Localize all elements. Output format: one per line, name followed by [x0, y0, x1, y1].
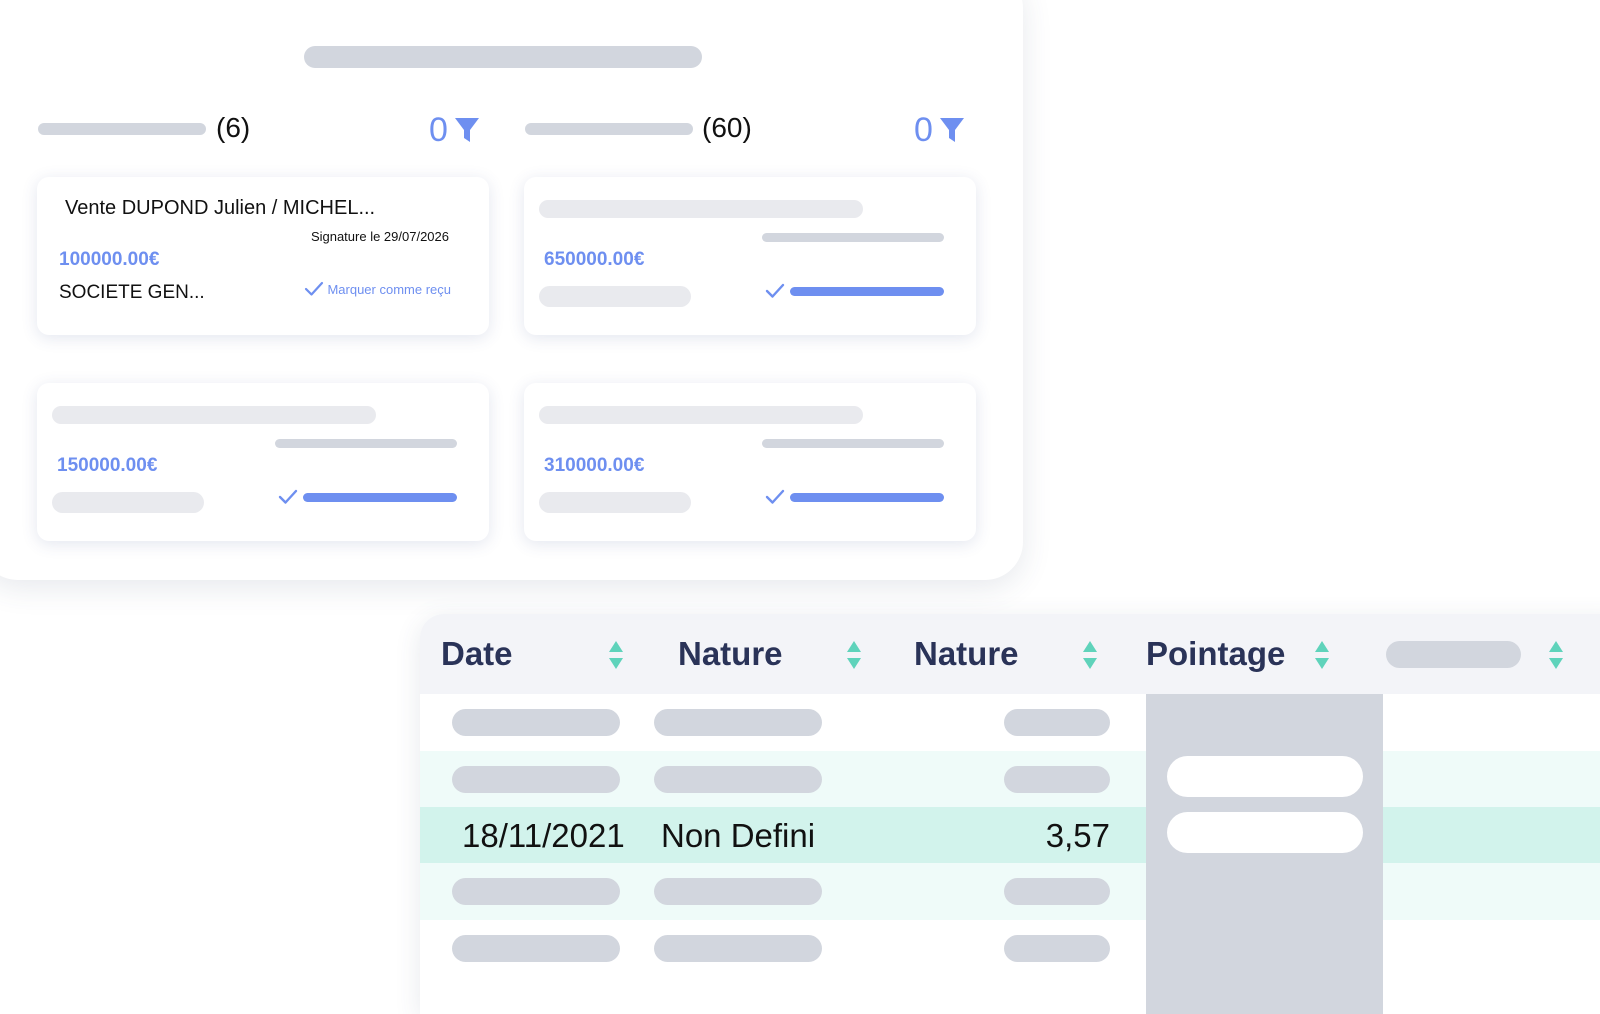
- amount-cell-placeholder: [1004, 709, 1110, 736]
- card-signature-placeholder: [762, 233, 944, 242]
- pending-filter-count: 0: [429, 111, 448, 149]
- date-cell-placeholder: [452, 878, 620, 905]
- nature-cell-placeholder: [654, 766, 822, 793]
- nature-cell-placeholder: [654, 878, 822, 905]
- column-header-nature[interactable]: Nature: [678, 614, 783, 694]
- received-filter-button[interactable]: 0: [914, 110, 965, 150]
- date-cell-placeholder: [452, 766, 620, 793]
- card-signature-date: Signature le 29/07/2026: [310, 229, 449, 244]
- column-header-placeholder[interactable]: [1386, 641, 1521, 668]
- card-amount: 650000.00€: [544, 249, 645, 270]
- table-row[interactable]: [420, 751, 1600, 808]
- nature-cell-placeholder: [654, 709, 822, 736]
- card-bank-name: SOCIETE GEN...: [59, 282, 205, 303]
- card-bank-placeholder: [539, 492, 691, 513]
- pointage-column: [1146, 694, 1383, 1014]
- mark-as-received-button[interactable]: Marquer comme reçu: [304, 281, 451, 297]
- received-column-count: (60): [702, 112, 752, 143]
- date-cell: 18/11/2021: [462, 817, 625, 854]
- pointage-input[interactable]: [1167, 812, 1363, 853]
- table-row[interactable]: [420, 694, 1600, 751]
- sort-up-down-icon[interactable]: [608, 640, 624, 670]
- table-row-highlighted[interactable]: 18/11/2021 Non Defini 3,57: [420, 807, 1600, 864]
- nature-cell-placeholder: [654, 935, 822, 962]
- column-header-pointage[interactable]: Pointage: [1146, 614, 1285, 694]
- filter-funnel-icon: [939, 118, 964, 142]
- column-header-date[interactable]: Date: [441, 614, 513, 694]
- amount-cell: 3,57: [1045, 817, 1110, 854]
- pending-filter-button[interactable]: 0: [429, 110, 480, 150]
- sort-up-down-icon[interactable]: [1314, 640, 1330, 670]
- remittance-card[interactable]: 650000.00€: [524, 177, 976, 335]
- date-cell-placeholder: [452, 709, 620, 736]
- pending-column-label-placeholder: [38, 123, 206, 135]
- checkmark-icon: [278, 489, 298, 504]
- filter-funnel-icon: [454, 118, 479, 142]
- remittance-card[interactable]: Vente DUPOND Julien / MICHEL... Signatur…: [37, 177, 489, 335]
- checkmark-icon: [765, 489, 785, 504]
- card-amount: 310000.00€: [544, 455, 645, 476]
- checkmark-icon: [305, 281, 324, 296]
- remittance-card[interactable]: 150000.00€: [37, 383, 489, 541]
- remittance-card[interactable]: 310000.00€: [524, 383, 976, 541]
- column-header-nature-2[interactable]: Nature: [914, 614, 1019, 694]
- card-bank-placeholder: [539, 286, 691, 307]
- card-signature-placeholder: [762, 439, 944, 448]
- card-title-placeholder: [539, 406, 863, 424]
- pointage-input[interactable]: [1167, 756, 1363, 797]
- card-bank-placeholder: [52, 492, 204, 513]
- amount-cell-placeholder: [1004, 766, 1110, 793]
- nature-cell: Non Defini: [661, 817, 816, 854]
- amount-cell-placeholder: [1004, 935, 1110, 962]
- received-column-label-placeholder: [525, 123, 693, 135]
- card-title-placeholder: [539, 200, 863, 218]
- card-amount: 100000.00€: [59, 249, 160, 270]
- mark-as-received-placeholder[interactable]: [303, 493, 457, 502]
- mark-as-received-placeholder[interactable]: [790, 493, 944, 502]
- table-header: Date Nature Nature Pointage: [420, 614, 1600, 694]
- transactions-table: Date Nature Nature Pointage 18/11/2021 N…: [420, 614, 1600, 1014]
- amount-cell-placeholder: [1004, 878, 1110, 905]
- card-title-placeholder: [52, 406, 376, 424]
- card-title: Vente DUPOND Julien / MICHEL...: [65, 197, 376, 219]
- date-cell-placeholder: [452, 935, 620, 962]
- panel-title-placeholder: [304, 46, 702, 68]
- received-filter-count: 0: [914, 111, 933, 149]
- card-signature-placeholder: [275, 439, 457, 448]
- sort-up-down-icon[interactable]: [1082, 640, 1098, 670]
- pending-column-count: (6): [216, 112, 251, 143]
- sort-up-down-icon[interactable]: [846, 640, 862, 670]
- mark-as-received-placeholder[interactable]: [790, 287, 944, 296]
- card-amount: 150000.00€: [57, 455, 158, 476]
- sort-up-down-icon[interactable]: [1548, 640, 1564, 670]
- table-row[interactable]: [420, 920, 1600, 977]
- mark-as-received-label: Marquer comme reçu: [327, 281, 451, 297]
- checkmark-icon: [765, 283, 785, 298]
- table-row[interactable]: [420, 863, 1600, 920]
